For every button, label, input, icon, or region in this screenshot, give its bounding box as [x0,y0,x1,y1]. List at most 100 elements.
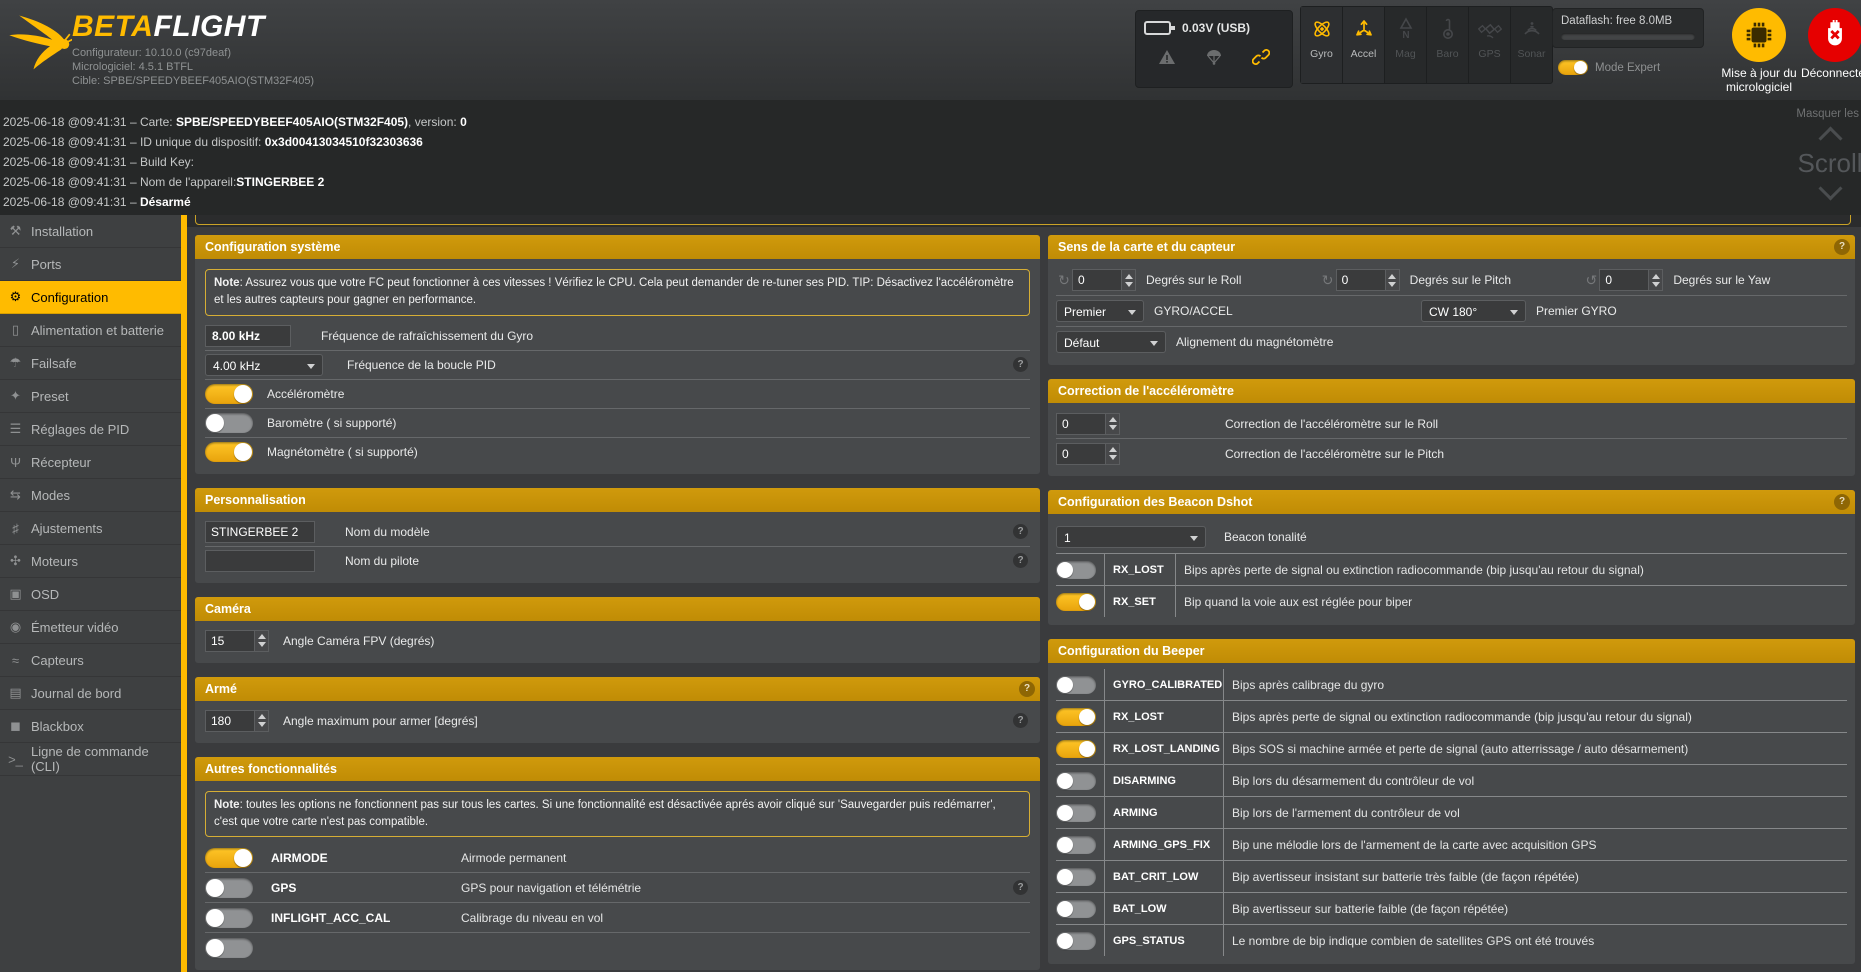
alignment-degree-input[interactable] [1336,269,1386,291]
sidebar-item[interactable]: ⇆ Modes [0,479,181,512]
feature-toggle[interactable] [205,908,253,928]
personalization-panel: Personnalisation Nom du modèle ? Nom du … [195,488,1040,583]
alignment-degree-input[interactable] [1072,269,1122,291]
gyro-icon [1310,17,1334,41]
feature-name: AIRMODE [271,851,461,865]
dshot-beacon-panel: Configuration des Beacon Dshot? 1 Beacon… [1048,490,1855,625]
alignment-degree-stepper[interactable] [1122,269,1136,291]
log-line: 2025-06-18 @09:41:31 – Nom de l'appareil… [3,172,1861,192]
beeper-condition-toggle[interactable] [1056,900,1096,918]
sidebar-item[interactable]: ☂ Failsafe [0,347,181,380]
sidebar-item[interactable]: ◉ Émetteur vidéo [0,611,181,644]
accel-trim-input[interactable] [1056,413,1106,435]
sidebar-item[interactable]: Ψ Récepteur [0,446,181,479]
sidebar-item[interactable]: ♯ Ajustements [0,512,181,545]
beeper-condition-toggle[interactable] [1056,932,1096,950]
feature-toggle[interactable] [205,878,253,898]
sidebar-item-label: Moteurs [31,554,78,569]
help-icon[interactable]: ? [1013,357,1028,372]
sidebar-item[interactable]: ✦ Preset [0,380,181,413]
log-scroll-widget[interactable]: Scroll [1785,130,1861,197]
beeper-condition-toggle[interactable] [1056,804,1096,822]
sidebar-item-icon: ♯ [8,521,23,536]
beeper-condition-row: GPS_STATUS Le nombre de bip indique comb… [1056,925,1847,956]
beeper-condition-toggle[interactable] [1056,740,1096,758]
sidebar-item[interactable]: ▯ Alimentation et batterie [0,314,181,347]
beacon-tone-select[interactable]: 1 [1056,526,1206,548]
sidebar-item[interactable]: ⚡ Ports [0,248,181,281]
sensor-toggle[interactable] [205,384,253,404]
sidebar-item[interactable]: ▣ OSD [0,578,181,611]
sidebar-item[interactable]: ≈ Capteurs [0,644,181,677]
first-gyro-select[interactable]: CW 180° [1421,300,1526,322]
help-icon[interactable]: ? [1834,239,1850,255]
hide-log-link[interactable]: Masquer les [1796,108,1859,120]
firmware-chip-icon [1744,20,1774,50]
camera-angle-input[interactable] [205,630,255,652]
sidebar-item-icon: ▯ [8,322,23,338]
help-icon[interactable]: ? [1013,553,1028,568]
version-line: Cible: SPBE/SPEEDYBEEF405AIO(STM32F405) [72,74,314,88]
sidebar-item[interactable]: ⚒ Installation [0,215,181,248]
sidebar-item-icon: Ψ [8,455,23,470]
sensor-toggle[interactable] [205,413,253,433]
beeper-condition-toggle[interactable] [1056,772,1096,790]
model-name-input[interactable] [205,521,315,543]
beeper-condition-name: GPS_STATUS [1104,925,1223,956]
expert-mode-toggle[interactable] [1558,60,1588,75]
beacon-condition-toggle[interactable] [1056,593,1096,611]
help-icon[interactable]: ? [1013,524,1028,539]
beeper-condition-row: DISARMING Bip lors du désarmement du con… [1056,765,1847,797]
log-line: 2025-06-18 @09:41:31 – Build Key: [3,152,1861,172]
help-icon[interactable]: ? [1834,494,1850,510]
accelerometer-trim-panel: Correction de l'accéléromètre Correction… [1048,379,1855,476]
camera-angle-stepper[interactable] [255,630,269,652]
alignment-degree-input[interactable] [1599,269,1649,291]
beeper-condition-row: ARMING_GPS_FIX Bip une mélodie lors de l… [1056,829,1847,861]
disconnect-button[interactable]: Déconnecter [1785,8,1861,80]
beeper-condition-toggle[interactable] [1056,708,1096,726]
beeper-condition-toggle[interactable] [1056,868,1096,886]
help-icon[interactable]: ? [1013,713,1028,728]
sidebar-item-label: Installation [31,224,93,239]
scroll-up-icon[interactable] [1818,126,1842,150]
sidebar-item[interactable]: ⚙ Configuration [0,281,181,314]
sensor-toggle[interactable] [205,442,253,462]
pid-loop-frequency-select[interactable]: 4.00 kHz [205,354,323,376]
alignment-degree-stepper[interactable] [1386,269,1400,291]
panel-title: Configuration système [195,235,1040,259]
accel-trim-input[interactable] [1056,443,1106,465]
sidebar-item-label: Configuration [31,290,108,305]
beeper-condition-toggle[interactable] [1056,836,1096,854]
sidebar-item[interactable]: ◼ Blackbox [0,710,181,743]
panel-title: Personnalisation [195,488,1040,512]
beacon-condition-toggle[interactable] [1056,561,1096,579]
sidebar-item-icon: ≈ [8,653,23,668]
max-arm-angle-stepper[interactable] [255,710,269,732]
beeper-condition-description: Bip avertisseur insistant sur batterie t… [1223,861,1847,892]
mag-alignment-select[interactable]: Défaut [1056,331,1166,353]
feature-row: ? [205,933,1030,962]
feature-toggle[interactable] [205,848,253,868]
sidebar-item[interactable]: ✣ Moteurs [0,545,181,578]
beeper-condition-row: ARMING Bip lors de l'armement du contrôl… [1056,797,1847,829]
sidebar-item-icon: ✦ [8,388,23,404]
help-icon[interactable]: ? [1013,880,1028,895]
alignment-degree-stepper[interactable] [1649,269,1663,291]
feature-description: Airmode permanent [461,851,1008,865]
sidebar-item[interactable]: ▤ Journal de bord [0,677,181,710]
max-arm-angle-input[interactable] [205,710,255,732]
help-icon[interactable]: ? [1019,681,1035,697]
app-header: BETAFLIGHT Configurateur: 10.10.0 (c97de… [0,0,1861,100]
accel-trim-stepper[interactable] [1106,443,1120,465]
beeper-condition-toggle[interactable] [1056,676,1096,694]
sidebar-item[interactable]: ☰ Réglages de PID [0,413,181,446]
gyro-accel-select[interactable]: Premier [1056,300,1144,322]
sidebar-item[interactable]: >_ Ligne de commande (CLI) [0,743,181,776]
feature-toggle[interactable] [205,938,253,958]
gyro-alignment-row: Premier GYRO/ACCEL CW 180° Premier GYRO [1056,296,1847,327]
panel-title: Configuration des Beacon Dshot? [1048,490,1855,514]
pilot-name-input[interactable] [205,550,315,572]
scroll-down-icon[interactable] [1818,176,1842,200]
accel-trim-stepper[interactable] [1106,413,1120,435]
